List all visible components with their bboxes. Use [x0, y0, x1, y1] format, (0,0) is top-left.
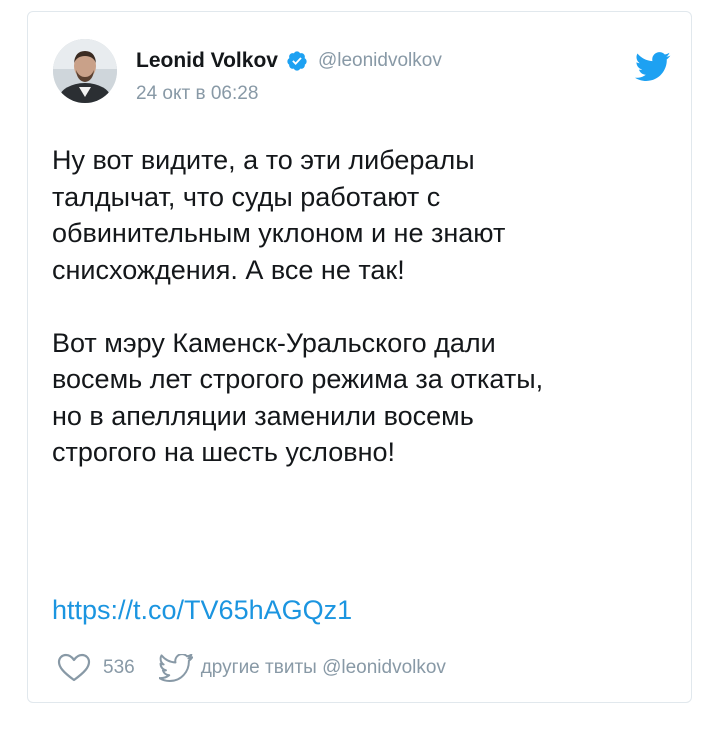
author-name[interactable]: Leonid Volkov	[136, 49, 278, 73]
tweet-line: талдычат, что суды работают с	[52, 181, 441, 212]
tweet-timestamp[interactable]: 24 окт в 06:28	[136, 83, 258, 105]
author-row: Leonid Volkov @leonidvolkov	[136, 47, 442, 75]
tweet-line: но в апелляции заменили восемь	[52, 400, 474, 431]
more-tweets-label: другие твиты @leonidvolkov	[200, 657, 446, 678]
tweet-line: снисхождения. А все не так!	[52, 254, 405, 285]
like-count: 536	[103, 657, 135, 678]
tweet-link[interactable]: https://t.co/TV65hAGQz1	[52, 595, 352, 626]
heart-icon[interactable]	[57, 653, 91, 683]
tweet-line: восемь лет строгого режима за откаты,	[52, 364, 544, 394]
avatar-image	[53, 39, 117, 103]
tweet-paragraph-2: Вот мэру Каменск-Уральского дали восемь …	[52, 325, 672, 471]
tweet-line: Вот мэру Каменск-Уральского дали	[52, 327, 496, 358]
tweet-text: Ну вот видите, а то эти либералы талдыча…	[52, 142, 672, 507]
tweet-card: Leonid Volkov @leonidvolkov 24 окт в 06:…	[27, 11, 692, 703]
bird-outline-icon	[157, 653, 193, 682]
verified-badge-icon	[286, 50, 308, 72]
avatar[interactable]	[53, 39, 117, 103]
tweet-line: Ну вот видите, а то эти либералы	[52, 145, 475, 175]
tweet-paragraph-1: Ну вот видите, а то эти либералы талдыча…	[52, 142, 672, 288]
tweet-line: обвинительным уклоном и не знают	[52, 218, 506, 248]
more-tweets-link[interactable]: другие твиты @leonidvolkov	[157, 653, 446, 682]
author-handle[interactable]: @leonidvolkov	[318, 50, 442, 72]
twitter-bird-icon[interactable]	[635, 52, 671, 82]
tweet-line: строгого на шесть условно!	[52, 437, 396, 467]
tweet-footer: 536 другие твиты @leonidvolkov	[57, 653, 446, 683]
